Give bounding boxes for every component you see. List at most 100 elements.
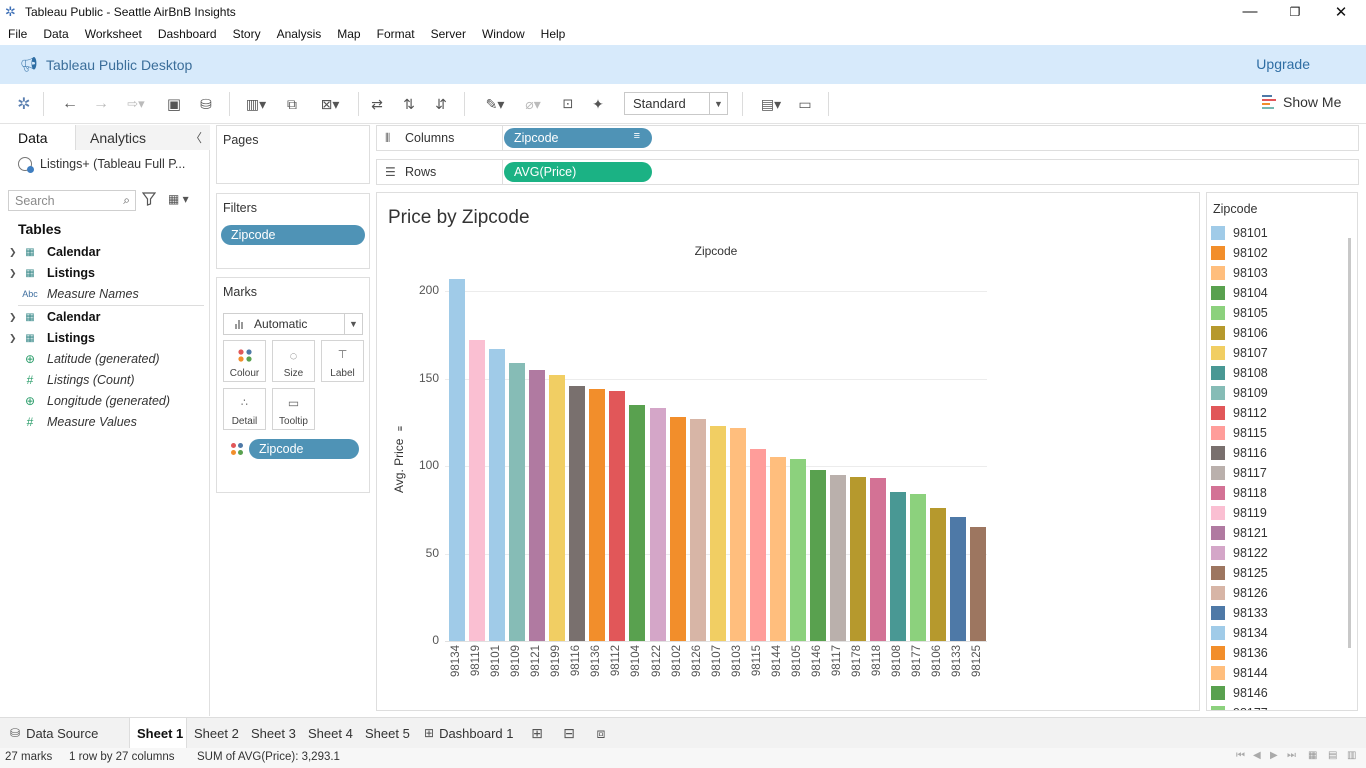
field-item[interactable]: ⊕ Latitude (generated) xyxy=(0,349,205,369)
chevron-right-icon[interactable]: ❯ xyxy=(9,268,17,279)
tab-dashboard-1[interactable]: ⊞ Dashboard 1 xyxy=(424,718,514,748)
field-item[interactable]: # Measure Values xyxy=(0,412,205,432)
menu-analysis[interactable]: Analysis xyxy=(269,27,330,41)
legend-item[interactable]: 98112 xyxy=(1207,403,1341,423)
legend-item[interactable]: 98107 xyxy=(1207,343,1341,363)
bar-98126[interactable] xyxy=(689,418,706,641)
presentation-mode-icon[interactable]: ▭ xyxy=(795,92,815,116)
legend-scrollbar[interactable] xyxy=(1348,238,1351,648)
menu-dashboard[interactable]: Dashboard xyxy=(150,27,225,41)
rows-pill-avg-price[interactable]: AVG(Price) xyxy=(504,162,652,182)
size-button[interactable]: ◌ Size xyxy=(272,340,315,382)
view-options-icon[interactable]: ▦ ▾ xyxy=(168,192,189,206)
bar-98108[interactable] xyxy=(890,492,907,641)
datasource-item[interactable]: Listings+ (Tableau Full P... xyxy=(18,157,185,173)
upgrade-link[interactable]: Upgrade xyxy=(1256,56,1310,72)
new-dashboard-tab-icon[interactable]: ⊟ xyxy=(559,724,579,742)
minimize-button[interactable]: — xyxy=(1227,0,1273,23)
bar-98144[interactable] xyxy=(769,457,786,641)
menu-format[interactable]: Format xyxy=(369,27,423,41)
legend-item[interactable]: 98136 xyxy=(1207,643,1341,663)
tableau-home-icon[interactable]: ✲ xyxy=(14,92,34,116)
bar-98118[interactable] xyxy=(870,478,887,641)
bar-98105[interactable] xyxy=(789,459,806,641)
bar-98112[interactable] xyxy=(609,390,626,641)
bar-98199[interactable] xyxy=(549,375,566,641)
legend-item[interactable]: 98115 xyxy=(1207,423,1341,443)
menu-story[interactable]: Story xyxy=(225,27,269,41)
new-worksheet-icon[interactable]: ▥▾ xyxy=(239,92,273,116)
legend-item[interactable]: 98118 xyxy=(1207,483,1341,503)
field-item[interactable]: ❯ ▦ Listings xyxy=(0,328,205,348)
bar-98178[interactable] xyxy=(850,476,866,641)
legend-item[interactable]: 98125 xyxy=(1207,563,1341,583)
close-button[interactable]: ✕ xyxy=(1318,0,1364,23)
bar-98122[interactable] xyxy=(649,408,666,641)
legend-item[interactable]: 98122 xyxy=(1207,543,1341,563)
filmstrip-view-icon[interactable]: ▥ xyxy=(1347,750,1356,761)
first-page-icon[interactable]: ⏮ xyxy=(1236,750,1245,761)
bar-98133[interactable] xyxy=(950,516,967,641)
highlight-icon[interactable]: ✎▾ xyxy=(478,92,512,116)
bar-98115[interactable] xyxy=(749,448,766,641)
colour-button[interactable]: Colour xyxy=(223,340,266,382)
legend-item[interactable]: 98109 xyxy=(1207,383,1341,403)
bar-98119[interactable] xyxy=(469,340,486,641)
list-view-icon[interactable]: ▤ xyxy=(1328,750,1337,761)
filter-icon[interactable] xyxy=(142,192,156,206)
new-datasource-icon[interactable]: ⛁ xyxy=(196,92,216,116)
bar-98101[interactable] xyxy=(489,348,506,641)
next-page-icon[interactable]: ▶ xyxy=(1270,750,1278,761)
redo-icon[interactable]: → xyxy=(91,92,111,116)
menu-worksheet[interactable]: Worksheet xyxy=(77,27,150,41)
bar-98107[interactable] xyxy=(709,425,726,641)
field-item[interactable]: ❯ ▦ Calendar xyxy=(0,242,205,262)
legend-item[interactable]: 98102 xyxy=(1207,243,1341,263)
legend-item[interactable]: 98146 xyxy=(1207,683,1341,703)
field-item[interactable]: ⊕ Longitude (generated) xyxy=(0,391,205,411)
bar-98136[interactable] xyxy=(589,389,606,641)
filter-pill-zipcode[interactable]: Zipcode xyxy=(221,225,365,245)
legend-item[interactable]: 98101 xyxy=(1207,223,1341,243)
fix-axes-icon[interactable]: ✦ xyxy=(588,92,608,116)
bar-98116[interactable] xyxy=(569,385,586,641)
last-page-icon[interactable]: ⏭ xyxy=(1287,750,1296,761)
bar-98109[interactable] xyxy=(509,362,526,641)
columns-shelf[interactable]: ⦀ Columns Zipcode ≡ xyxy=(376,125,1359,151)
legend-item[interactable]: 98144 xyxy=(1207,663,1341,683)
pages-card[interactable]: Pages xyxy=(216,125,370,184)
rows-shelf[interactable]: ☰ Rows AVG(Price) xyxy=(376,159,1359,185)
bar-98121[interactable] xyxy=(529,369,546,641)
field-item[interactable]: ❯ ▦ Calendar xyxy=(0,307,205,327)
field-item[interactable]: # Listings (Count) xyxy=(0,370,205,390)
fit-select[interactable]: Standard ▼ xyxy=(624,92,728,115)
tab-sheet-2[interactable]: Sheet 2 xyxy=(194,718,239,748)
legend-item[interactable]: 98108 xyxy=(1207,363,1341,383)
tab-data-source[interactable]: ⛁ Data Source xyxy=(10,718,120,748)
bar-98102[interactable] xyxy=(669,417,686,641)
show-mark-labels-icon[interactable]: ⊡ xyxy=(558,92,578,116)
label-button[interactable]: ⊤ Label xyxy=(321,340,364,382)
new-worksheet-tab-icon[interactable]: ⊞ xyxy=(527,724,547,742)
chevron-right-icon[interactable]: ❯ xyxy=(9,247,17,258)
columns-pill-zipcode[interactable]: Zipcode ≡ xyxy=(504,128,652,148)
new-story-tab-icon[interactable]: ⧈ xyxy=(591,724,611,742)
legend-item[interactable]: 98126 xyxy=(1207,583,1341,603)
legend-item[interactable]: 98103 xyxy=(1207,263,1341,283)
menu-server[interactable]: Server xyxy=(423,27,474,41)
legend-item[interactable]: 98104 xyxy=(1207,283,1341,303)
grid-view-icon[interactable]: ▦ xyxy=(1308,750,1317,761)
collapse-pane-icon[interactable]: 〈 xyxy=(190,129,202,146)
y-axis-label[interactable]: Avg. Price ≡ xyxy=(392,426,406,493)
clear-sheet-icon[interactable]: ⊠▾ xyxy=(312,92,348,116)
legend-item[interactable]: 98134 xyxy=(1207,623,1341,643)
tab-analytics[interactable]: Analytics 〈 xyxy=(76,125,210,150)
prev-page-icon[interactable]: ◀ xyxy=(1253,750,1261,761)
marks-pill-zipcode[interactable]: Zipcode xyxy=(249,439,359,459)
menu-help[interactable]: Help xyxy=(533,27,574,41)
bar-98106[interactable] xyxy=(930,508,947,641)
chevron-right-icon[interactable]: ❯ xyxy=(9,333,17,344)
menu-data[interactable]: Data xyxy=(35,27,76,41)
detail-button[interactable]: ∴ Detail xyxy=(223,388,266,430)
menu-window[interactable]: Window xyxy=(474,27,533,41)
